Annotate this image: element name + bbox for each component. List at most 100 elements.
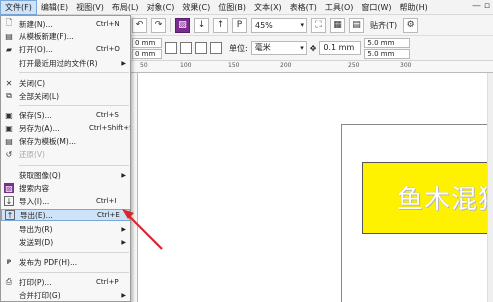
- submenu-arrow-icon: ▶: [121, 238, 126, 246]
- redo-icon[interactable]: ↷: [151, 17, 166, 33]
- all-pages-icon[interactable]: [195, 42, 207, 54]
- size-fields: 0 mm 0 mm: [132, 37, 162, 59]
- menu-item-save-as-template[interactable]: ▤ 保存为模板(M)...: [1, 135, 130, 147]
- menu-file[interactable]: 文件(F): [0, 0, 37, 15]
- menu-item-shortcut: Ctrl+I: [96, 197, 117, 205]
- menu-help[interactable]: 帮助(H): [396, 0, 432, 15]
- menu-item-label: 从模板新建(F)...: [19, 31, 74, 41]
- duplicate-y-field[interactable]: 5.0 mm: [364, 48, 411, 59]
- menu-item-label: 打开(O)...: [19, 44, 53, 54]
- menu-bitmaps[interactable]: 位图(B): [214, 0, 250, 15]
- ruler-tick: 50: [140, 62, 148, 69]
- current-page-icon[interactable]: [210, 42, 222, 54]
- menu-item-new[interactable]: 🗋 新建(N)... Ctrl+N: [1, 18, 130, 30]
- menu-item-search-content[interactable]: ▨ 搜索内容: [1, 182, 130, 194]
- menu-item-close[interactable]: ✕ 关闭(C): [1, 77, 130, 89]
- menu-table[interactable]: 表格(T): [286, 0, 321, 15]
- pdf-icon: P: [6, 258, 12, 266]
- duplicate-x-field[interactable]: 5.0 mm: [364, 37, 411, 48]
- vertical-scrollbar[interactable]: [487, 73, 493, 302]
- horizontal-ruler[interactable]: 50 100 150 200 250 300: [130, 61, 493, 73]
- undo-icon[interactable]: ↶: [132, 17, 147, 33]
- menu-item-shortcut: Ctrl+P: [96, 278, 119, 286]
- submenu-arrow-icon: ▶: [121, 225, 126, 233]
- ruler-tick: 150: [228, 62, 240, 69]
- gear-icon[interactable]: ⚙: [403, 17, 419, 33]
- menu-item-acquire-image[interactable]: 获取图像(Q) ▶: [1, 169, 130, 181]
- menu-separator: [19, 72, 129, 73]
- pdf-button[interactable]: P: [232, 17, 247, 33]
- menu-separator: [19, 252, 129, 253]
- import-icon: ↓: [4, 196, 14, 206]
- fullscreen-icon[interactable]: ⛶: [311, 17, 326, 33]
- submenu-arrow-icon: ▶: [121, 59, 126, 67]
- menu-item-label: 关闭(C): [19, 78, 46, 88]
- menu-view[interactable]: 视图(V): [72, 0, 108, 15]
- file-menu-dropdown: 🗋 新建(N)... Ctrl+N ▤ 从模板新建(F)... ▰ 打开(O).…: [0, 15, 131, 302]
- snap-to-dropdown[interactable]: 贴齐(T): [368, 20, 399, 31]
- close-doc-icon: ✕: [5, 78, 13, 88]
- units-label: 单位:: [229, 43, 248, 53]
- menu-edit[interactable]: 编辑(E): [37, 0, 72, 15]
- menu-layout[interactable]: 布局(L): [108, 0, 143, 15]
- new-doc-icon: 🗋: [5, 18, 13, 27]
- menu-item-label: 新建(N)...: [19, 19, 53, 29]
- menu-item-label: 打开最近用过的文件(R): [19, 58, 98, 68]
- menu-item-save[interactable]: ▣ 保存(S)... Ctrl+S: [1, 109, 130, 121]
- menu-item-send-to[interactable]: 发送到(D) ▶: [1, 236, 130, 248]
- landscape-icon[interactable]: [180, 42, 192, 54]
- menu-window[interactable]: 窗口(W): [357, 0, 395, 15]
- text-rectangle[interactable]: 鱼木混猪: [362, 162, 493, 234]
- menu-item-print[interactable]: ⎙ 打印(P)... Ctrl+P: [1, 276, 130, 288]
- duplicate-distance-fields: 5.0 mm 5.0 mm: [364, 37, 411, 59]
- menu-object[interactable]: 对象(C): [143, 0, 179, 15]
- menu-item-export[interactable]: ↑ 导出(E)... Ctrl+E: [1, 209, 130, 221]
- search-content-icon: ▨: [4, 183, 14, 193]
- submenu-arrow-icon: ▶: [121, 291, 126, 299]
- menu-item-label: 导出为(R): [19, 224, 53, 234]
- vertical-ruler[interactable]: [130, 73, 138, 302]
- menu-item-save-as[interactable]: ▣ 另存为(A)... Ctrl+Shift+S: [1, 122, 130, 134]
- canvas-text[interactable]: 鱼木混猪: [397, 179, 493, 216]
- grid-icon[interactable]: ▤: [349, 17, 364, 33]
- menu-item-open-recent[interactable]: 打开最近用过的文件(R) ▶: [1, 57, 130, 69]
- width-field[interactable]: 0 mm: [132, 37, 162, 48]
- print-icon: ⎙: [5, 277, 13, 286]
- window-controls[interactable]: — ▫: [472, 1, 490, 11]
- menu-item-new-from-template[interactable]: ▤ 从模板新建(F)...: [1, 30, 130, 42]
- open-folder-icon: ▰: [5, 44, 13, 54]
- units-select[interactable]: 毫米: [250, 41, 307, 55]
- menu-item-print-merge[interactable]: 合并打印(G) ▶: [1, 289, 130, 301]
- menu-item-label: 另存为(A)...: [19, 123, 60, 133]
- rulers-icon[interactable]: ▦: [330, 17, 345, 33]
- ruler-tick: 200: [280, 62, 292, 69]
- menu-item-open[interactable]: ▰ 打开(O)... Ctrl+O: [1, 43, 130, 55]
- submenu-arrow-icon: ▶: [121, 171, 126, 179]
- export-button[interactable]: ↑: [213, 17, 228, 33]
- menu-item-label: 合并打印(G): [19, 290, 61, 300]
- menu-item-close-all[interactable]: ⧉ 全部关闭(L): [1, 90, 130, 102]
- menu-effects[interactable]: 效果(C): [178, 0, 214, 15]
- height-field[interactable]: 0 mm: [132, 48, 162, 59]
- menu-item-publish-pdf[interactable]: P 发布为 PDF(H)...: [1, 256, 130, 268]
- menu-item-label: 发布为 PDF(H)...: [19, 257, 78, 267]
- menu-item-shortcut: Ctrl+Shift+S: [89, 124, 131, 132]
- menu-text[interactable]: 文本(X): [250, 0, 286, 15]
- menu-item-export-as[interactable]: 导出为(R) ▶: [1, 223, 130, 235]
- menu-item-import[interactable]: ↓ 导入(I)... Ctrl+I: [1, 195, 130, 207]
- import-button[interactable]: ↓: [194, 17, 209, 33]
- nudge-field[interactable]: 0.1 mm: [319, 41, 362, 55]
- search-content-button[interactable]: ▨: [175, 17, 190, 33]
- menu-item-shortcut: Ctrl+S: [96, 111, 119, 119]
- menu-separator: [19, 165, 129, 166]
- menu-item-label: 保存为模板(M)...: [19, 136, 76, 146]
- portrait-icon[interactable]: [165, 42, 177, 54]
- menu-item-revert: ↺ 还原(V): [1, 148, 130, 160]
- standard-toolbar: ↶ ↷ ▨ ↓ ↑ P 45% ⛶ ▦ ▤ 贴齐(T) ⚙: [130, 15, 493, 36]
- menu-tools[interactable]: 工具(O): [321, 0, 358, 15]
- zoom-select[interactable]: 45%: [251, 17, 307, 33]
- menu-item-label: 发送到(D): [19, 237, 54, 247]
- menu-separator: [19, 272, 129, 273]
- revert-icon: ↺: [5, 149, 13, 159]
- menu-item-label: 还原(V): [19, 149, 45, 159]
